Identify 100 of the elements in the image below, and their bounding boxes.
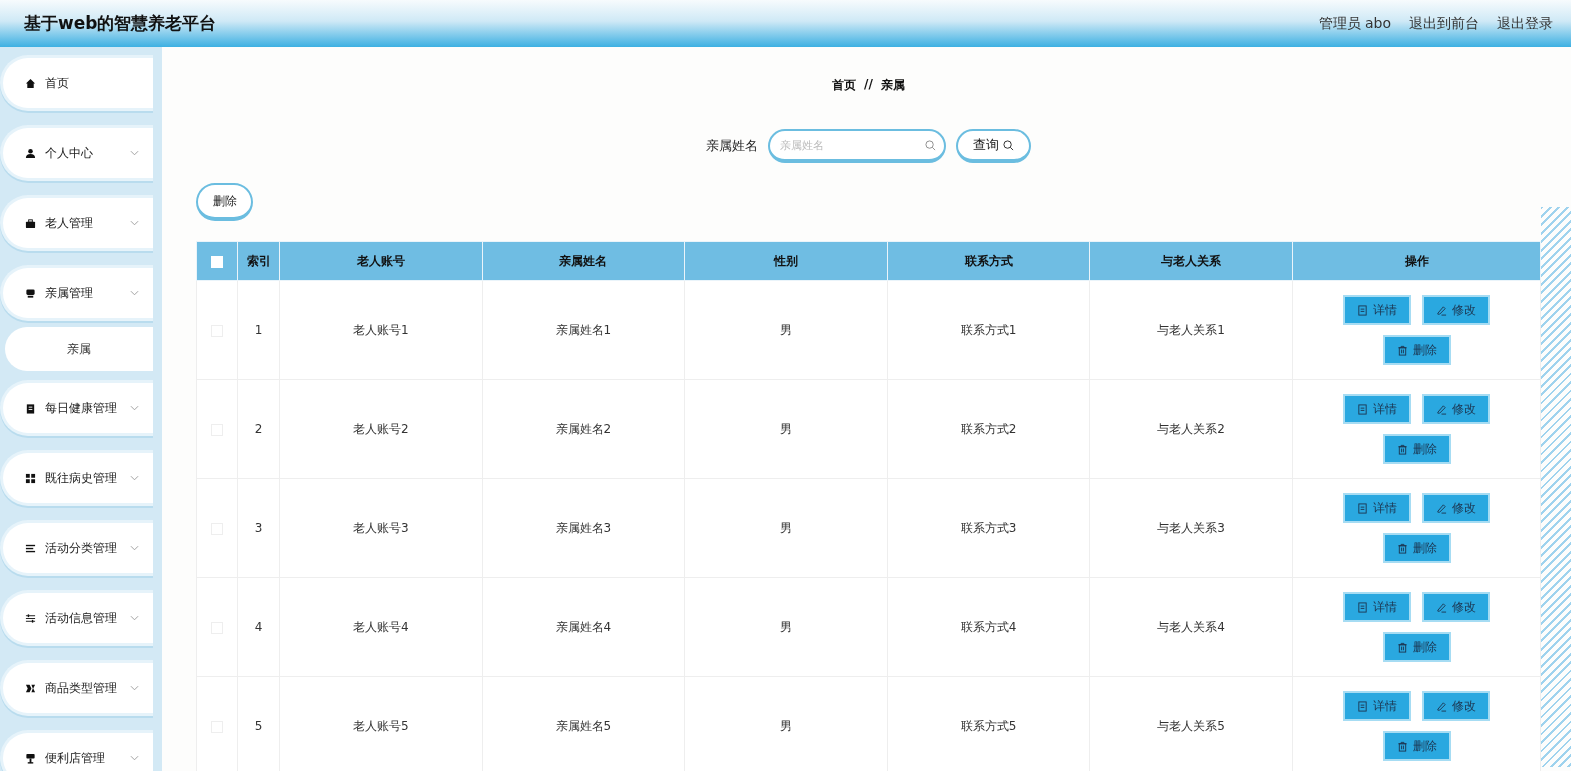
table-cell: 与老人关系3 bbox=[1089, 478, 1293, 578]
sidebar-item[interactable]: 个人中心 bbox=[0, 125, 153, 181]
chevron-down-icon bbox=[130, 685, 139, 691]
sidebar-item[interactable]: 老人管理 bbox=[0, 195, 153, 251]
table-cell: 男 bbox=[684, 577, 888, 677]
detail-button[interactable]: 详情 bbox=[1343, 691, 1411, 721]
trash-icon bbox=[1396, 443, 1408, 455]
chevron-down-icon bbox=[130, 150, 139, 156]
chevron-down-icon bbox=[130, 220, 139, 226]
table-cell: 男 bbox=[684, 478, 888, 578]
table-header-cell: 性别 bbox=[684, 241, 888, 281]
sidebar-item[interactable]: 首页 bbox=[0, 55, 153, 111]
table-cell: 联系方式4 bbox=[887, 577, 1090, 677]
menu-item-icon bbox=[25, 682, 36, 694]
table-cell: 3 bbox=[237, 478, 280, 578]
trash-icon bbox=[1396, 542, 1408, 554]
select-all-checkbox[interactable] bbox=[211, 255, 223, 268]
table-header-cell: 操作 bbox=[1292, 241, 1541, 281]
edit-button[interactable]: 修改 bbox=[1422, 394, 1490, 424]
table-header-cell: 联系方式 bbox=[887, 241, 1090, 281]
table-cell: 老人账号4 bbox=[279, 577, 483, 677]
document-icon bbox=[1357, 601, 1368, 613]
pencil-icon bbox=[1436, 700, 1447, 712]
edit-button[interactable]: 修改 bbox=[1422, 493, 1490, 523]
header-link[interactable]: 退出到前台 bbox=[1409, 14, 1479, 33]
table-cell: 老人账号2 bbox=[279, 379, 483, 479]
document-icon bbox=[1357, 700, 1368, 712]
breadcrumb-item: 亲属 bbox=[880, 77, 905, 94]
sidebar-item[interactable]: 便利店管理 bbox=[0, 730, 153, 771]
menu-item-icon bbox=[25, 77, 36, 89]
table-cell: 与老人关系4 bbox=[1089, 577, 1293, 677]
table-header-cell: 索引 bbox=[237, 241, 280, 281]
search-icon bbox=[925, 140, 936, 151]
sidebar-item[interactable]: 既往病史管理 bbox=[0, 450, 153, 506]
delete-button[interactable]: 删除 bbox=[1382, 434, 1451, 464]
sidebar-item[interactable]: 商品类型管理 bbox=[0, 660, 153, 716]
table-cell: 男 bbox=[684, 379, 888, 479]
admin-name: 管理员 abo bbox=[1318, 14, 1391, 33]
detail-button[interactable]: 详情 bbox=[1343, 592, 1411, 622]
chevron-down-icon bbox=[130, 475, 139, 481]
detail-button[interactable]: 详情 bbox=[1343, 394, 1411, 424]
chevron-down-icon bbox=[130, 755, 139, 761]
menu-item-icon bbox=[25, 147, 36, 159]
document-icon bbox=[1357, 403, 1368, 415]
table-cell: 与老人关系1 bbox=[1089, 280, 1293, 380]
chevron-down-icon bbox=[130, 290, 139, 296]
menu-item-icon bbox=[25, 402, 36, 414]
table-header-cell: 与老人关系 bbox=[1089, 241, 1293, 281]
trash-icon bbox=[1396, 344, 1408, 356]
sidebar-item[interactable]: 每日健康管理 bbox=[0, 380, 153, 436]
delete-button[interactable]: 删除 bbox=[1382, 533, 1451, 563]
menu-item-icon bbox=[25, 217, 36, 229]
pencil-icon bbox=[1436, 502, 1447, 514]
chevron-down-icon bbox=[130, 405, 139, 411]
search-label: 亲属姓名 bbox=[706, 137, 758, 155]
table-cell: 联系方式3 bbox=[887, 478, 1090, 578]
search-button[interactable]: 查询 bbox=[956, 129, 1031, 163]
table-cell: 男 bbox=[684, 280, 888, 380]
header-link[interactable]: 退出登录 bbox=[1497, 14, 1553, 33]
sidebar-item[interactable]: 亲属管理 bbox=[0, 265, 153, 321]
pencil-icon bbox=[1436, 403, 1447, 415]
detail-button[interactable]: 详情 bbox=[1343, 295, 1411, 325]
edit-button[interactable]: 修改 bbox=[1422, 691, 1490, 721]
delete-button[interactable]: 删除 bbox=[196, 183, 253, 221]
pencil-icon bbox=[1436, 601, 1447, 613]
table-cell: 亲属姓名3 bbox=[482, 478, 685, 578]
edit-button[interactable]: 修改 bbox=[1422, 295, 1490, 325]
table-cell: 2 bbox=[237, 379, 280, 479]
menu-item-icon bbox=[25, 612, 36, 624]
table-cell: 4 bbox=[237, 577, 280, 677]
menu-item-icon bbox=[25, 472, 36, 484]
sidebar-item[interactable]: 活动分类管理 bbox=[0, 520, 153, 576]
detail-button[interactable]: 详情 bbox=[1343, 493, 1411, 523]
pencil-icon bbox=[1436, 304, 1447, 316]
sidebar-item[interactable]: 活动信息管理 bbox=[0, 590, 153, 646]
table-cell: 亲属姓名2 bbox=[482, 379, 685, 479]
chevron-down-icon bbox=[130, 545, 139, 551]
chevron-down-icon bbox=[130, 615, 139, 621]
table-cell: 1 bbox=[237, 280, 280, 380]
document-icon bbox=[1357, 502, 1368, 514]
breadcrumb-item: // bbox=[864, 77, 873, 93]
delete-button[interactable]: 删除 bbox=[1382, 731, 1451, 761]
table-cell: 联系方式2 bbox=[887, 379, 1090, 479]
table-cell: 联系方式1 bbox=[887, 280, 1090, 380]
document-icon bbox=[1357, 304, 1368, 316]
edit-button[interactable]: 修改 bbox=[1422, 592, 1490, 622]
table-cell: 老人账号1 bbox=[279, 280, 483, 380]
menu-item-icon bbox=[25, 287, 36, 299]
app-title: 基于web的智慧养老平台 bbox=[24, 12, 217, 35]
table-header-cell: 老人账号 bbox=[279, 241, 483, 281]
delete-button[interactable]: 删除 bbox=[1382, 632, 1451, 662]
trash-icon bbox=[1396, 740, 1408, 752]
menu-item-icon bbox=[25, 752, 36, 764]
search-field[interactable]: 亲属姓名 bbox=[768, 129, 946, 163]
table-cell: 老人账号3 bbox=[279, 478, 483, 578]
delete-button[interactable]: 删除 bbox=[1382, 335, 1451, 365]
table-cell: 亲属姓名4 bbox=[482, 577, 685, 677]
table-cell: 亲属姓名1 bbox=[482, 280, 685, 380]
sidebar-subitem[interactable]: 亲属 bbox=[5, 327, 153, 371]
breadcrumb-item[interactable]: 首页 bbox=[832, 77, 857, 97]
